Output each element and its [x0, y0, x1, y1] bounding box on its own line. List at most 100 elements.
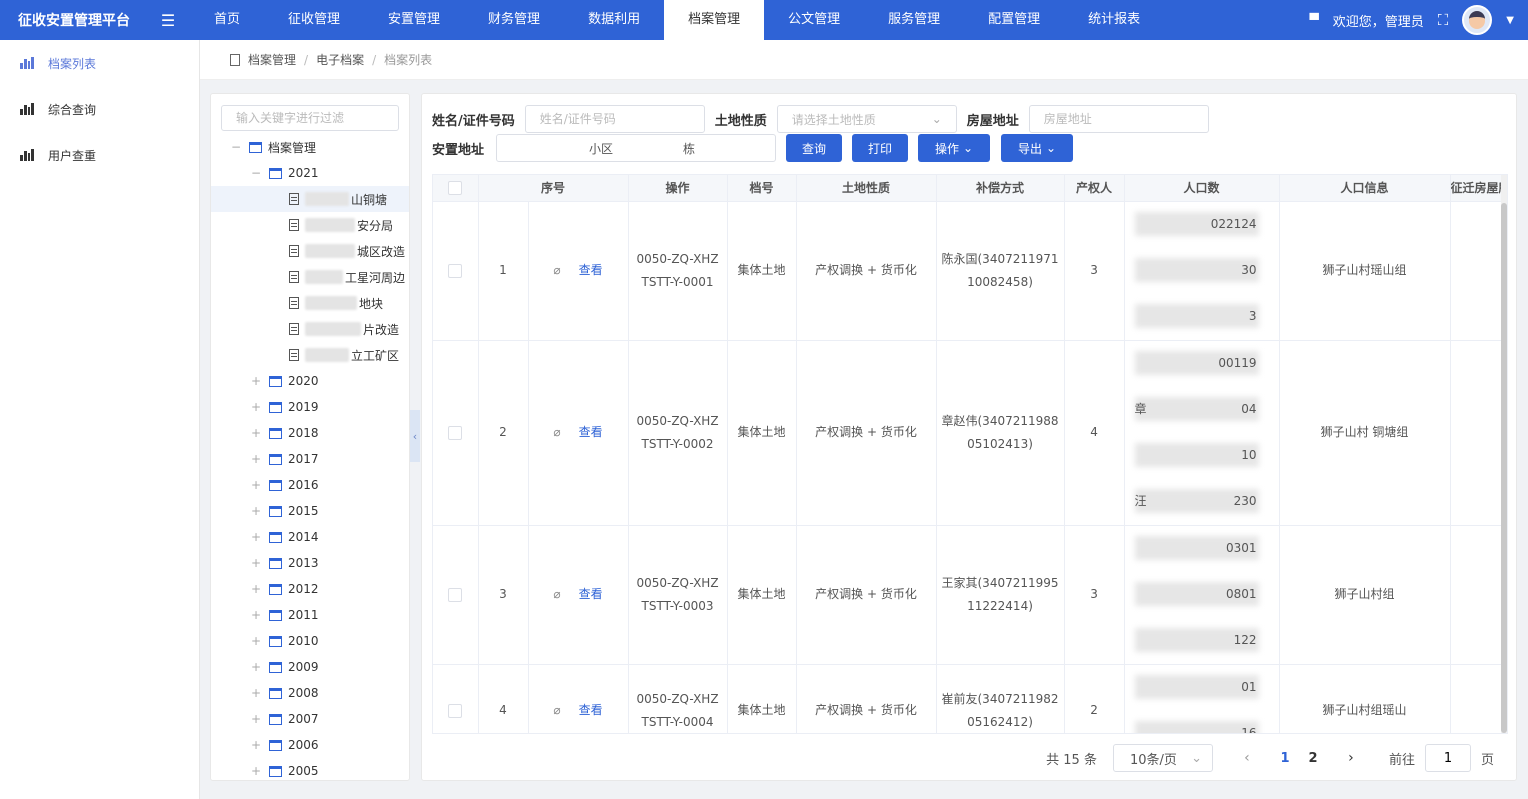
expand-icon[interactable]: + [249, 582, 263, 596]
tree-node-file[interactable]: 地块 [211, 290, 409, 316]
notification-icon[interactable]: ▀ [1310, 13, 1319, 27]
expand-icon[interactable]: + [249, 660, 263, 674]
expand-icon[interactable]: + [249, 452, 263, 466]
breadcrumb-item-electronic[interactable]: 电子档案 [316, 51, 364, 68]
export-button[interactable]: 导出 ⌄ [1001, 134, 1074, 162]
expand-icon[interactable]: + [249, 608, 263, 622]
tree-node-year[interactable]: +2014 [211, 524, 409, 550]
expand-icon[interactable]: + [249, 686, 263, 700]
nav-item-2[interactable]: 安置管理 [364, 0, 464, 40]
collapse-handle[interactable]: ‹ [410, 410, 420, 462]
next-page-icon[interactable]: › [1337, 750, 1365, 766]
tree-node-year[interactable]: +2010 [211, 628, 409, 654]
tree-node-year[interactable]: +2015 [211, 498, 409, 524]
house-input[interactable] [1028, 105, 1209, 133]
tree-node-file[interactable]: 立工矿区 [211, 342, 409, 368]
scrollbar-thumb[interactable] [1501, 203, 1507, 733]
print-button[interactable]: 打印 [852, 134, 909, 162]
name-input[interactable] [524, 105, 705, 133]
land-select[interactable]: 请选择土地性质 ⌄ [776, 105, 957, 133]
page-number[interactable]: 1 [1271, 751, 1299, 766]
tree-node-year[interactable]: +2005 [211, 758, 409, 780]
doc-number-line: 0050-ZQ-XHZ [636, 251, 719, 266]
tree-node-year[interactable]: +2008 [211, 680, 409, 706]
chevron-down-icon[interactable]: ▼ [1506, 15, 1514, 26]
sidebar-item-0[interactable]: 档案列表 [0, 40, 199, 86]
resettle-input[interactable]: 小区 栋 [496, 134, 777, 162]
select-all-checkbox[interactable] [448, 181, 463, 195]
nav-item-9[interactable]: 统计报表 [1064, 0, 1164, 40]
row-checkbox[interactable] [448, 587, 463, 602]
view-link[interactable]: 查看 [579, 263, 603, 277]
tree-node-2021[interactable]: − 2021 [211, 160, 409, 186]
tree-node-file[interactable]: 工星河周边 [211, 264, 409, 290]
row-checkbox[interactable] [448, 703, 463, 718]
column-header: 征迁房屋所在地 [1450, 175, 1506, 202]
expand-icon[interactable]: + [249, 530, 263, 544]
nav-item-6[interactable]: 公文管理 [764, 0, 864, 40]
paperclip-icon[interactable]: ⌀ [553, 703, 560, 717]
nav-item-4[interactable]: 数据利用 [564, 0, 664, 40]
expand-icon[interactable]: + [249, 634, 263, 648]
tree-node-file[interactable]: 安分局 [211, 212, 409, 238]
nav-item-1[interactable]: 征收管理 [264, 0, 364, 40]
breadcrumb-item-archive[interactable]: 档案管理 [248, 51, 296, 68]
view-link[interactable]: 查看 [579, 425, 603, 439]
tree-node-year[interactable]: +2011 [211, 602, 409, 628]
sidebar-item-2[interactable]: 用户查重 [0, 132, 199, 178]
row-checkbox[interactable] [448, 425, 463, 440]
table-scrollbar[interactable] [1501, 175, 1507, 733]
tree-node-year[interactable]: +2012 [211, 576, 409, 602]
tree-node-year[interactable]: +2019 [211, 394, 409, 420]
tree-node-file[interactable]: 山铜塘 [211, 186, 409, 212]
tree-node-year[interactable]: +2018 [211, 420, 409, 446]
nav-item-8[interactable]: 配置管理 [964, 0, 1064, 40]
redacted-text [305, 322, 361, 336]
tree-node-year[interactable]: +2006 [211, 732, 409, 758]
tree-node-year[interactable]: +2017 [211, 446, 409, 472]
tree-node-year[interactable]: +2013 [211, 550, 409, 576]
avatar[interactable] [1462, 5, 1493, 35]
tree-node-year[interactable]: +2009 [211, 654, 409, 680]
operate-button[interactable]: 操作 ⌄ [918, 134, 991, 162]
tree-node-root[interactable]: − 档案管理 [211, 134, 409, 160]
expand-icon[interactable]: + [249, 374, 263, 388]
paperclip-icon[interactable]: ⌀ [553, 263, 560, 277]
expand-icon[interactable]: + [249, 478, 263, 492]
nav-item-7[interactable]: 服务管理 [864, 0, 964, 40]
nav-item-0[interactable]: 首页 [190, 0, 264, 40]
page-size-select[interactable]: 10条/页 ⌄ [1112, 744, 1213, 772]
population-info-line: 10 [1125, 433, 1279, 479]
tree-node-year[interactable]: +2016 [211, 472, 409, 498]
tree-node-year[interactable]: +2020 [211, 368, 409, 394]
expand-icon[interactable]: + [249, 738, 263, 752]
fullscreen-icon[interactable]: ⛶ [1438, 11, 1449, 29]
expand-icon[interactable]: + [249, 426, 263, 440]
tree-node-year[interactable]: +2007 [211, 706, 409, 732]
sidebar-item-1[interactable]: 综合查询 [0, 86, 199, 132]
menu-toggle-icon[interactable]: ☰ [146, 11, 190, 30]
tree-node-file[interactable]: 城区改造 [211, 238, 409, 264]
nav-item-5[interactable]: 档案管理 [664, 0, 765, 40]
tree-filter-input[interactable] [221, 105, 399, 131]
expand-icon[interactable]: + [249, 712, 263, 726]
avatar-face-icon [1469, 11, 1486, 29]
tree-node-file[interactable]: 片改造 [211, 316, 409, 342]
collapse-icon[interactable]: − [229, 140, 243, 154]
paperclip-icon[interactable]: ⌀ [553, 587, 560, 601]
expand-icon[interactable]: + [249, 764, 263, 778]
expand-icon[interactable]: + [249, 400, 263, 414]
query-button[interactable]: 查询 [786, 134, 843, 162]
expand-icon[interactable]: + [249, 556, 263, 570]
row-checkbox[interactable] [448, 263, 463, 278]
expand-icon[interactable]: + [249, 504, 263, 518]
operate-label: 操作 [934, 141, 959, 156]
paperclip-icon[interactable]: ⌀ [553, 425, 560, 439]
view-link[interactable]: 查看 [579, 703, 603, 717]
view-link[interactable]: 查看 [579, 587, 603, 601]
prev-page-icon[interactable]: ‹ [1233, 750, 1261, 766]
page-number[interactable]: 2 [1299, 751, 1327, 766]
collapse-icon[interactable]: − [249, 166, 263, 180]
nav-item-3[interactable]: 财务管理 [464, 0, 564, 40]
goto-page-input[interactable] [1424, 744, 1471, 772]
